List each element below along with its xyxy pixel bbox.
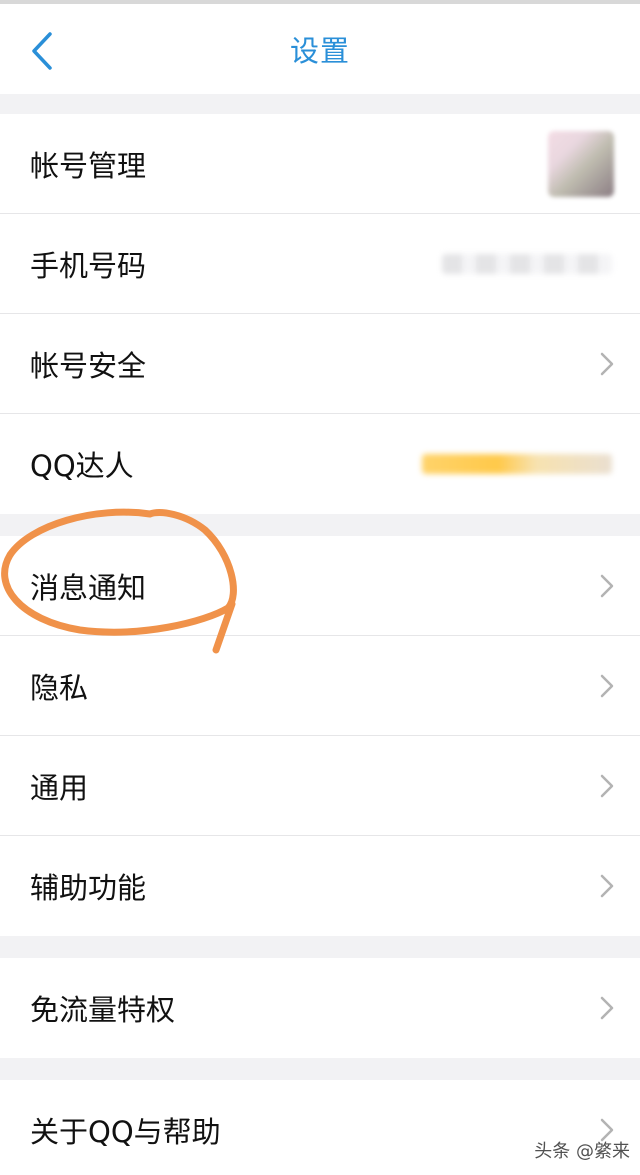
account-group: 帐号管理 手机号码 帐号安全 QQ达人 xyxy=(0,114,640,514)
settings-row-message-notification[interactable]: 消息通知 xyxy=(0,536,640,636)
navigation-bar: 设置 xyxy=(0,0,640,94)
row-label: 关于QQ与帮助 xyxy=(30,1115,221,1149)
chevron-right-icon xyxy=(600,674,614,697)
settings-row-privacy[interactable]: 隐私 xyxy=(0,636,640,736)
preferences-group: 消息通知 隐私 通用 辅助功能 xyxy=(0,536,640,936)
settings-row-accessibility[interactable]: 辅助功能 xyxy=(0,836,640,936)
row-label: 免流量特权 xyxy=(30,993,176,1027)
settings-screen: 设置 帐号管理 手机号码 帐号安全 QQ达人 消息通知 隐私 通用 辅助功能 免… xyxy=(0,0,640,1175)
row-label: 消息通知 xyxy=(30,570,147,605)
blurred-badge-value xyxy=(422,454,612,474)
page-title: 设置 xyxy=(289,34,350,68)
chevron-right-icon xyxy=(600,774,614,797)
row-label: QQ达人 xyxy=(30,449,134,483)
data-plan-group: 免流量特权 xyxy=(0,958,640,1058)
chevron-right-icon xyxy=(600,874,614,898)
settings-row-account-management[interactable]: 帐号管理 xyxy=(0,114,640,214)
settings-row-general[interactable]: 通用 xyxy=(0,736,640,836)
row-label: 辅助功能 xyxy=(30,871,147,905)
row-label: 帐号安全 xyxy=(30,348,147,383)
settings-row-qq-expert[interactable]: QQ达人 xyxy=(0,414,640,514)
settings-row-free-data-privilege[interactable]: 免流量特权 xyxy=(0,958,640,1058)
watermark: 头条 @綮来 xyxy=(534,1141,630,1162)
settings-row-account-security[interactable]: 帐号安全 xyxy=(0,314,640,414)
avatar xyxy=(548,130,614,197)
chevron-right-icon xyxy=(600,352,614,375)
settings-row-phone-number[interactable]: 手机号码 xyxy=(0,214,640,314)
row-label: 手机号码 xyxy=(30,248,147,283)
chevron-right-icon xyxy=(600,996,614,1020)
row-label: 帐号管理 xyxy=(30,148,147,183)
row-label: 隐私 xyxy=(30,670,89,705)
blurred-phone-value xyxy=(442,253,612,274)
row-label: 通用 xyxy=(30,770,89,805)
chevron-right-icon xyxy=(600,574,614,597)
